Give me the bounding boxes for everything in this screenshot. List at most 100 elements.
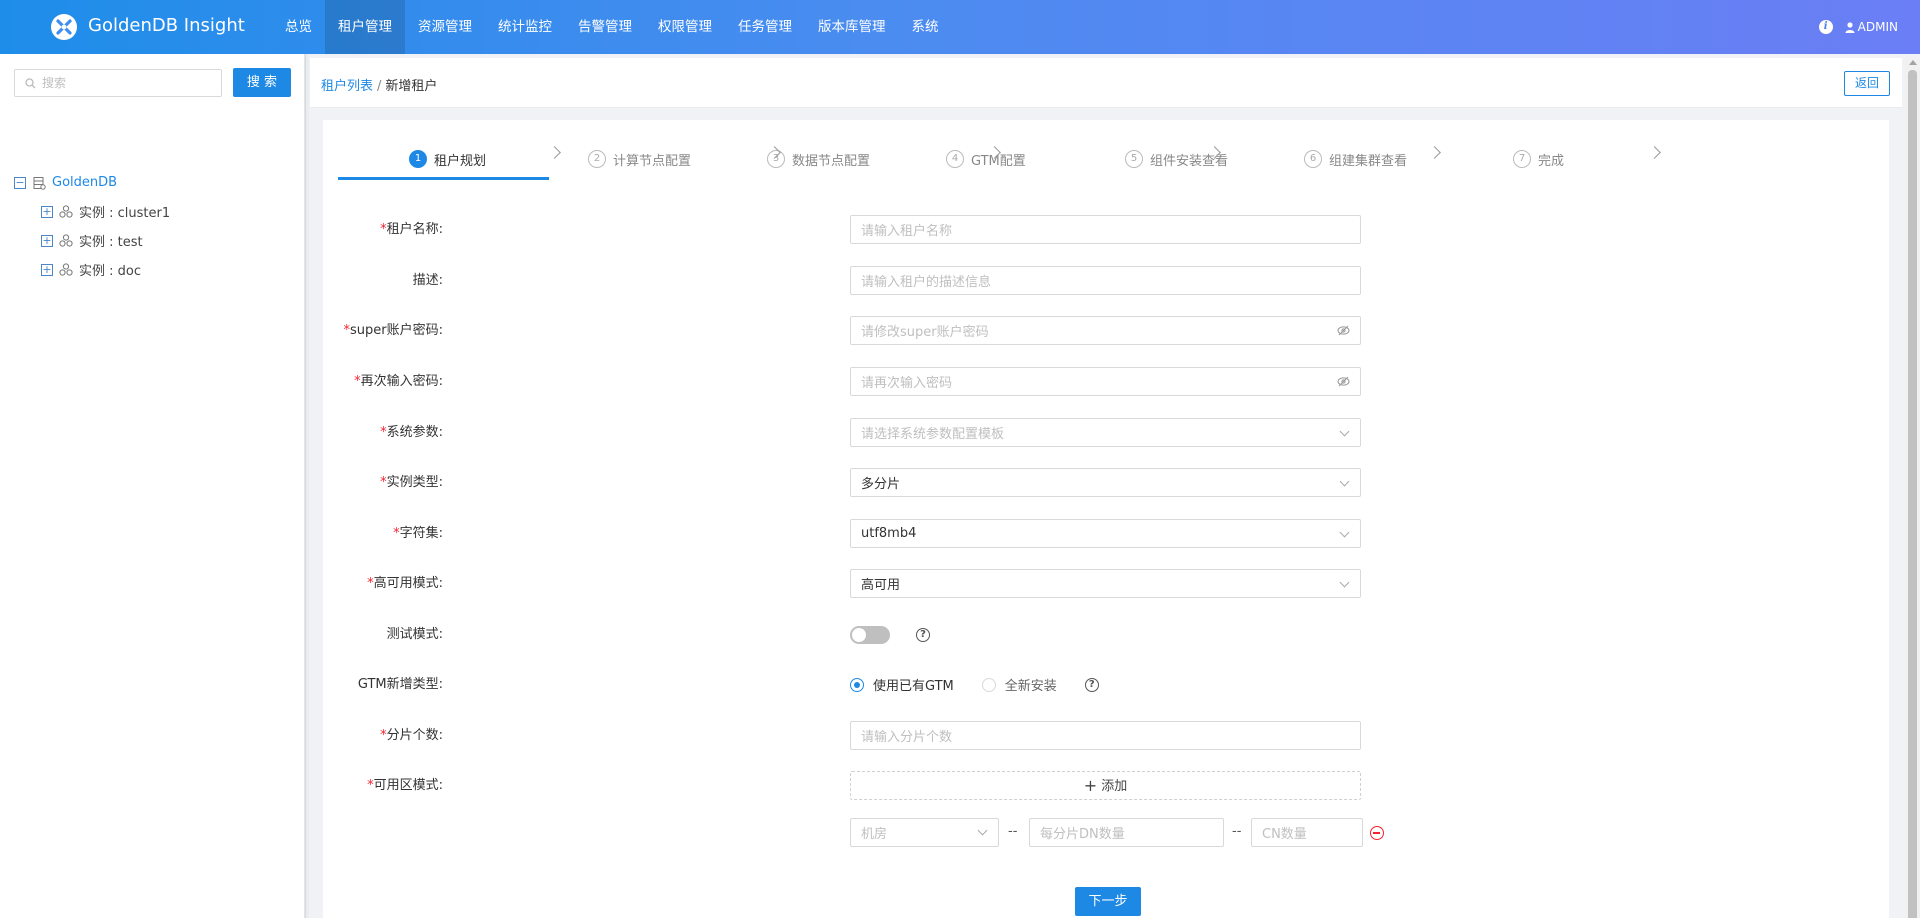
super-password-input[interactable]: 请修改super账户密码 <box>850 316 1361 345</box>
help-icon[interactable]: ? <box>916 628 930 642</box>
nav-item[interactable]: 统计监控 <box>485 0 565 54</box>
add-az-button[interactable]: + 添加 <box>850 771 1361 800</box>
cn-count-input[interactable]: CN数量 <box>1251 818 1363 847</box>
step-number: 1 <box>409 150 427 168</box>
step-6[interactable]: 6 组建集群查看 <box>1304 138 1407 180</box>
step-4[interactable]: 4 GTM配置 <box>946 138 1026 180</box>
search-button[interactable]: 搜 索 <box>233 68 291 97</box>
description-input[interactable]: 请输入租户的描述信息 <box>850 266 1361 295</box>
tree-item-label[interactable]: 实例 : cluster1 <box>79 202 170 221</box>
radio-use-existing-gtm[interactable]: 使用已有GTM <box>850 675 954 694</box>
nav-item[interactable]: 权限管理 <box>645 0 725 54</box>
test-mode-toggle[interactable] <box>850 626 890 644</box>
confirm-password-label: *再次输入密码: <box>354 374 443 389</box>
charset-label: *字符集: <box>393 526 443 541</box>
sidebar: 搜 索 − GoldenDB +实例 : cluster1+实例 : test+… <box>0 54 305 918</box>
instance-type-label: *实例类型: <box>380 475 443 490</box>
search-icon <box>25 77 36 88</box>
cluster-icon <box>59 263 73 276</box>
step-number: 6 <box>1304 150 1322 168</box>
chevron-down-icon <box>1339 577 1350 588</box>
step-5[interactable]: 5 组件安装查看 <box>1125 138 1228 180</box>
remove-circle-icon[interactable] <box>1370 826 1384 840</box>
description-row: 描述: 请输入租户的描述信息 <box>413 266 1361 295</box>
scroll-thumb[interactable] <box>1908 70 1917 918</box>
confirm-password-input[interactable]: 请再次输入密码 <box>850 367 1361 396</box>
nav-item[interactable]: 资源管理 <box>405 0 485 54</box>
confirm-password-row: *再次输入密码: 请再次输入密码 <box>354 367 1361 396</box>
tree-item[interactable]: + 实例 : cluster1 <box>14 197 170 226</box>
step-number: 4 <box>946 150 964 168</box>
plus-icon: + <box>1083 776 1098 795</box>
cluster-icon <box>59 234 73 247</box>
chevron-down-icon <box>1339 476 1350 487</box>
step-number: 7 <box>1513 150 1531 168</box>
instance-tree: − GoldenDB + 实例 : cluster1 + 实例 : test + 实例 :… <box>14 168 170 284</box>
system-params-select[interactable]: 请选择系统参数配置模板 <box>850 418 1361 447</box>
expand-icon[interactable]: + <box>41 205 53 218</box>
nav-item[interactable]: 租户管理 <box>325 0 405 54</box>
chevron-down-icon <box>1339 527 1350 538</box>
expand-icon[interactable]: + <box>41 263 53 276</box>
next-step-button[interactable]: 下一步 <box>1075 887 1141 916</box>
nav-item[interactable]: 总览 <box>272 0 325 54</box>
instance-type-select[interactable]: 多分片 <box>850 468 1361 497</box>
wizard-steps: 1 租户规划 2 计算节点配置 3 数据节点配置 4 GTM配置 5 组件安装查看 6 组建集群查看 7… <box>338 138 1883 180</box>
help-icon[interactable]: ? <box>1084 677 1099 692</box>
step-3[interactable]: 3 数据节点配置 <box>767 138 870 180</box>
tree-root-label[interactable]: GoldenDB <box>52 175 117 190</box>
step-7[interactable]: 7 完成 <box>1513 138 1564 180</box>
tree-item-label[interactable]: 实例 : doc <box>79 260 141 279</box>
expand-icon[interactable]: + <box>41 234 53 247</box>
step-label: 租户规划 <box>434 153 487 169</box>
room-select[interactable]: 机房 <box>850 818 999 847</box>
gtm-type-row: GTM新增类型: 使用已有GTM 全新安装 ? <box>358 670 1360 699</box>
chevron-down-icon <box>977 825 988 836</box>
nav-item[interactable]: 系统 <box>899 0 952 54</box>
tenant-name-label: *租户名称: <box>380 222 443 237</box>
step-number: 5 <box>1125 150 1143 168</box>
eye-hidden-icon[interactable] <box>1337 376 1350 387</box>
step-1[interactable]: 1 租户规划 <box>409 138 486 180</box>
dn-count-input[interactable]: 每分片DN数量 <box>1029 818 1224 847</box>
scroll-up-arrow-icon[interactable] <box>1909 60 1917 65</box>
info-icon[interactable]: i <box>1818 20 1833 34</box>
eye-hidden-icon[interactable] <box>1337 325 1350 336</box>
tree-item[interactable]: + 实例 : doc <box>14 255 170 284</box>
tree-item-label[interactable]: 实例 : test <box>79 231 143 250</box>
system-params-row: *系统参数: 请选择系统参数配置模板 <box>380 418 1361 447</box>
scrollbar[interactable] <box>1905 58 1920 918</box>
collapse-icon[interactable]: − <box>14 176 26 189</box>
back-button[interactable]: 返回 <box>1844 71 1890 96</box>
nav-item[interactable]: 版本库管理 <box>805 0 899 54</box>
sidebar-search[interactable] <box>14 69 222 97</box>
radio-circle <box>850 677 864 692</box>
step-2[interactable]: 2 计算节点配置 <box>588 138 691 180</box>
gtm-type-label: GTM新增类型: <box>357 677 443 692</box>
step-label: 完成 <box>1538 153 1565 169</box>
breadcrumb-tenant-list[interactable]: 租户列表 <box>321 79 373 94</box>
charset-select[interactable]: utf8mb4 <box>850 519 1361 548</box>
ha-mode-row: *高可用模式: 高可用 <box>367 569 1361 598</box>
radio-new-install[interactable]: 全新安装 <box>981 675 1057 694</box>
az-mode-row: *可用区模式: + 添加 <box>367 771 1361 800</box>
tree-root[interactable]: − GoldenDB <box>14 168 170 197</box>
description-label: 描述: <box>412 273 443 288</box>
separator: -- <box>1008 824 1018 839</box>
nav-item[interactable]: 告警管理 <box>565 0 645 54</box>
search-input[interactable] <box>42 76 212 90</box>
tree-item[interactable]: + 实例 : test <box>14 226 170 255</box>
nav-item[interactable]: 任务管理 <box>725 0 805 54</box>
ha-mode-select[interactable]: 高可用 <box>850 569 1361 598</box>
instance-type-row: *实例类型: 多分片 <box>380 468 1361 497</box>
shard-count-input[interactable]: 请输入分片个数 <box>850 721 1361 750</box>
shard-count-row: *分片个数: 请输入分片个数 <box>380 721 1361 750</box>
active-step-underline <box>338 177 549 180</box>
sidebar-resizer[interactable] <box>305 54 309 918</box>
step-label: 数据节点配置 <box>792 153 871 169</box>
gtm-type-radio-group: 使用已有GTM 全新安装 ? <box>850 670 1099 699</box>
tenant-name-input[interactable]: 请输入租户名称 <box>850 215 1361 244</box>
user-menu[interactable]: ADMIN <box>1845 20 1898 34</box>
username: ADMIN <box>1857 20 1898 34</box>
az-mode-label: *可用区模式: <box>367 778 443 793</box>
